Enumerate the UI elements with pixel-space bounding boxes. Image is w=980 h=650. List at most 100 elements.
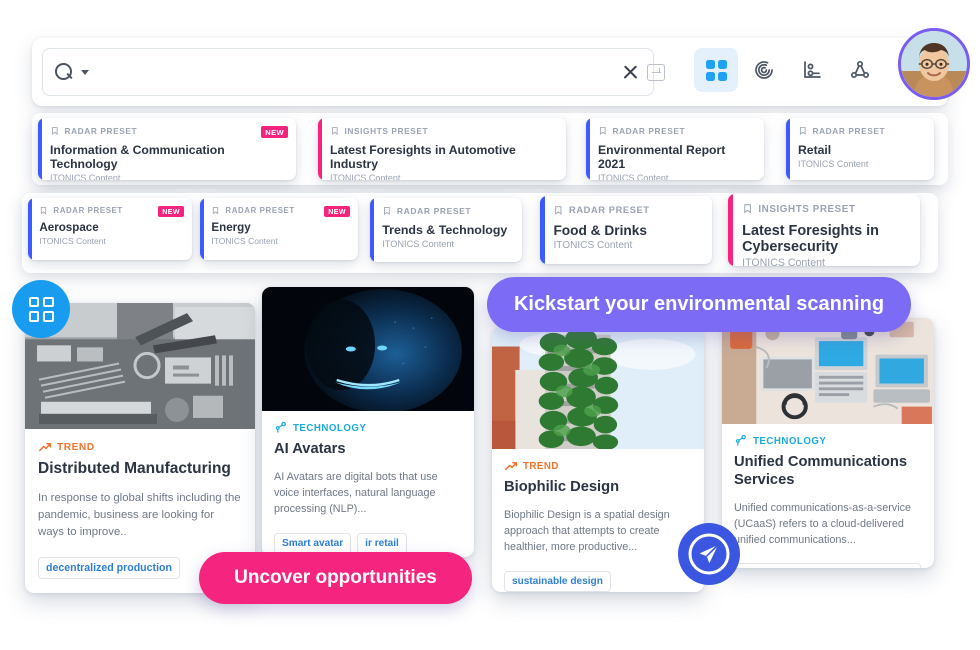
fab-grid-view[interactable] [12,280,70,338]
preset-title: Trends & Technology [382,223,508,238]
tab-grid-view[interactable] [694,48,738,92]
card-image [722,318,934,424]
preset-source: ITONICS Content [742,256,825,266]
card-tags: sustainable design [504,570,692,592]
preset-title: Information & Communication Technology [50,143,225,171]
preset-source: ITONICS Content [598,172,669,181]
card-tag[interactable]: decentralized production [38,557,180,580]
content-card[interactable]: TECHNOLOGY Unified Communications Service… [722,318,934,568]
preset-source: ITONICS Content [382,238,455,249]
card-title: Biophilic Design [504,479,620,495]
bookmark-icon [555,206,562,215]
grid-view-icon [28,296,54,322]
preset-card[interactable]: INSIGHTS PRESET Latest Foresights in Cybe… [728,194,920,266]
avatar[interactable] [898,28,970,100]
bookmark-icon [213,206,219,214]
chevron-down-icon[interactable] [81,69,89,75]
card-tags: Smart avatar ir retail [274,532,462,554]
preset-kind: INSIGHTS PRESET [758,203,856,215]
preset-title: Energy [211,221,251,235]
preset-card[interactable]: RADAR PRESET Information & Communication … [38,118,296,180]
card-tags: unified communication as a service [734,563,922,568]
bookmark-icon [331,127,338,136]
card-category: TREND [523,460,559,472]
card-tag[interactable]: ir retail [357,532,407,554]
preset-source: ITONICS Content [39,235,106,246]
card-tag[interactable]: Smart avatar [274,532,352,554]
preset-kind: RADAR PRESET [812,126,886,136]
card-title: AI Avatars [274,441,346,457]
search-panel [32,38,948,106]
tab-radar-view[interactable] [742,48,786,92]
preset-card[interactable]: RADAR PRESET Retail ITONICS Content [786,118,934,180]
preset-source: ITONICS Content [50,172,121,181]
tab-network-view[interactable] [838,48,882,92]
bookmark-icon [51,127,58,136]
preset-kind: INSIGHTS PRESET [344,126,429,136]
search-actions [610,48,676,96]
preset-card[interactable]: INSIGHTS PRESET Latest Foresights in Auto… [318,118,566,180]
tab-chart-view[interactable] [790,48,834,92]
trending-up-icon [39,443,51,452]
card-image [262,287,474,411]
preset-title: Retail [798,143,832,157]
card-description: AI Avatars are digital bots that use voi… [274,470,438,516]
preset-card[interactable]: RADAR PRESET Trends & Technology ITONICS C… [370,198,522,262]
card-category: TECHNOLOGY [293,422,367,434]
preset-source: ITONICS Content [211,235,278,246]
trending-up-icon [505,462,517,471]
preset-card[interactable]: RADAR PRESET Environmental Report 2021 ITO… [586,118,764,180]
preset-card[interactable]: RADAR PRESET Aerospace ITONICS Content NEW [28,198,192,260]
preset-kind: RADAR PRESET [53,205,123,215]
preset-kind: RADAR PRESET [396,206,472,217]
preset-kind: RADAR PRESET [225,205,295,215]
card-category: TREND [57,441,95,453]
send-plane-icon [688,533,730,575]
chart-view-icon [804,61,821,78]
card-title: Distributed Manufacturing [38,460,231,477]
callout-kickstart-label: Kickstart your environmental scanning [513,293,885,315]
app-canvas: RADAR PRESET Information & Communication … [0,0,980,650]
card-category: TECHNOLOGY [753,435,827,447]
fab-send[interactable] [678,523,740,585]
card-tag[interactable]: unified communication as a service [734,563,921,568]
preset-kind: RADAR PRESET [64,126,138,136]
view-toolbar [694,48,882,92]
preset-source: ITONICS Content [330,172,401,181]
bookmark-icon [599,127,606,136]
preset-title: Latest Foresights in Cybersecurity [742,222,879,255]
card-image [492,327,704,449]
enter-key-icon[interactable] [646,63,665,81]
preset-title: Food & Drinks [553,223,647,239]
preset-source: ITONICS Content [553,240,633,252]
content-card[interactable]: TREND Biophilic Design Biophilic Design is… [492,327,704,592]
preset-title: Latest Foresights in Automotive Industry [330,143,516,171]
preset-kind: RADAR PRESET [612,126,686,136]
card-tag[interactable]: sustainable design [504,570,611,592]
radar-view-icon [755,61,773,79]
card-description: In response to global shifts including t… [38,491,241,539]
bookmark-icon [384,207,390,216]
grid-view-icon [705,59,727,81]
close-icon[interactable] [622,64,639,81]
search-input[interactable] [97,64,641,80]
callout-uncover-label: Uncover opportunities [234,567,437,588]
preset-source: ITONICS Content [798,158,869,169]
callout-kickstart[interactable]: Kickstart your environmental scanning [487,277,911,332]
new-badge: NEW [324,206,350,217]
search-field[interactable] [42,48,654,96]
card-title: Unified Communications Services [734,454,907,488]
callout-uncover[interactable]: Uncover opportunities [199,552,472,604]
content-card[interactable]: TECHNOLOGY AI Avatars AI Avatars are digit… [262,287,474,557]
new-badge: NEW [261,126,288,138]
preset-title: Environmental Report 2021 [598,143,726,171]
preset-title: Aerospace [39,221,99,235]
preset-card[interactable]: RADAR PRESET Energy ITONICS Content NEW [200,198,358,260]
bookmark-icon [744,204,752,214]
new-badge: NEW [158,206,184,217]
search-icon [55,62,74,82]
content-card[interactable]: TREND Distributed Manufacturing In respons… [25,303,255,593]
bookmark-icon [41,206,47,214]
network-nodes-icon [735,434,746,446]
preset-card[interactable]: RADAR PRESET Food & Drinks ITONICS Content [540,196,712,264]
